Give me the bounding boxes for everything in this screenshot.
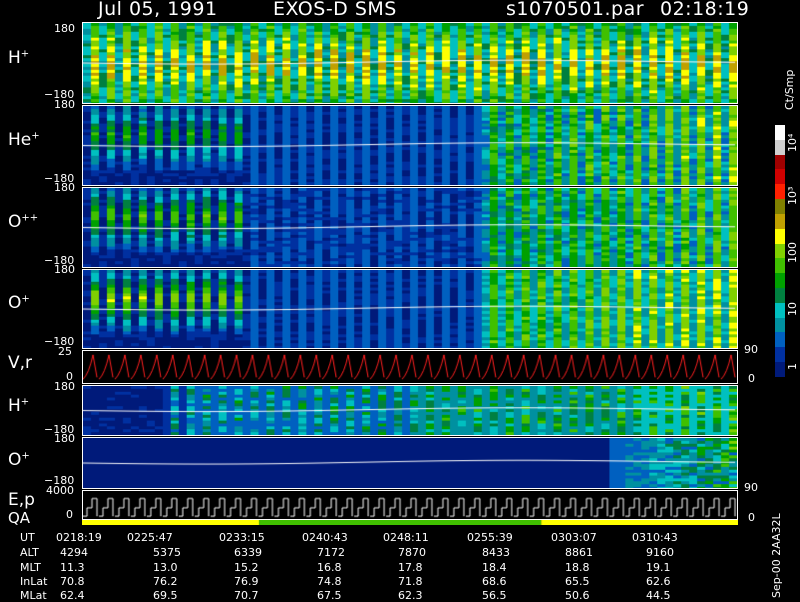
date-title: Jul 05, 1991: [98, 0, 218, 20]
colorbar-swatch: [775, 184, 785, 200]
colorbar-swatch: [775, 287, 785, 303]
file-name: s1070501.par: [506, 0, 645, 20]
instrument-title: EXOS-D SMS: [273, 0, 397, 20]
panel-o-plusplus: [82, 187, 738, 268]
colorbar-swatch: [775, 258, 785, 274]
colorbar-swatch: [775, 302, 785, 318]
header-time: 02:18:19: [660, 0, 750, 20]
panel-o-plus-2: [82, 437, 738, 489]
label-o-plus: O+: [8, 293, 30, 313]
spectrogram-he-plus: [83, 106, 737, 185]
right-tick-bottom: 0: [748, 372, 755, 385]
right-tick-bottom: 90: [744, 481, 758, 494]
colorbar-swatch: [775, 273, 785, 288]
ytick-top: 25: [58, 345, 72, 358]
qa-strip: [82, 520, 738, 525]
colorbar-swatch: [775, 199, 785, 214]
colorbar-swatch: [775, 317, 785, 333]
colorbar-tick: 1: [786, 363, 799, 370]
colorbar-swatch: [775, 125, 785, 140]
spectrogram-h-plus-low: [83, 386, 737, 435]
spectrogram-o-plus: [83, 270, 737, 348]
panel-h-plus-1: [82, 22, 738, 104]
ephem-row-alt: ALT 4294 5375 6339 7172 7870 8433 8861 9…: [20, 546, 674, 559]
colorbar-swatch: [775, 169, 785, 185]
panel-h-plus-2: [82, 385, 738, 436]
ephem-row-mlt: MLT 11.3 13.0 15.2 16.8 17.8 18.4 18.8 1…: [20, 561, 671, 574]
colorbar-tick: 100: [786, 242, 799, 263]
right-tick-top: 90: [744, 343, 758, 356]
colorbar-swatch: [775, 332, 785, 348]
colorbar-swatch: [775, 154, 785, 170]
colorbar-tick: 10⁴: [786, 133, 799, 152]
spectrogram-h-plus: [83, 23, 737, 103]
panel-vr: [82, 350, 738, 384]
colorbar-swatch: [775, 347, 785, 362]
ytick-top: 180: [54, 380, 75, 393]
panel-ep: [82, 490, 738, 520]
ytick-top: 180: [54, 181, 75, 194]
ytick-bottom: 0: [66, 508, 73, 521]
qa-bar: [82, 520, 738, 525]
label-o-plus-low: O+: [8, 450, 30, 470]
right-tick-bottom: 0: [748, 511, 755, 524]
colorbar-swatch: [775, 213, 785, 229]
ytick-top: 180: [54, 98, 75, 111]
spectrogram-o-plusplus: [83, 188, 737, 267]
colorbar-tick: 10: [786, 302, 799, 316]
colorbar-swatch: [775, 243, 785, 259]
label-qa: QA: [8, 509, 31, 527]
spectrogram-o-plus-low: [83, 438, 737, 488]
panel-he-plus: [82, 105, 738, 186]
colorbar-tick: 10³: [786, 186, 799, 205]
ytick-top: 180: [54, 432, 75, 445]
ytick-top: 180: [54, 22, 75, 35]
label-h-plus-low: H+: [8, 396, 30, 416]
label-h-plus: H+: [8, 48, 30, 68]
ytick-top: 4000: [46, 484, 74, 497]
vr-trace: [83, 351, 737, 383]
panel-o-plus-1: [82, 269, 738, 349]
ytick-top: 180: [54, 263, 75, 276]
ephem-row-mlat: MLat 62.4 69.5 70.7 67.5 62.3 56.5 50.6 …: [20, 589, 671, 602]
colorbar: [775, 125, 785, 377]
label-o-plusplus: O++: [8, 212, 39, 232]
ephem-row-ut: UT 0218:19 0225:47 0233:15 0240:43 0248:…: [20, 531, 678, 544]
label-he-plus: He+: [8, 130, 40, 150]
colorbar-swatch: [775, 139, 785, 155]
ep-trace: [83, 491, 737, 519]
colorbar-swatch: [775, 362, 785, 377]
label-ep: E,p: [8, 490, 35, 510]
label-vr: V,r: [8, 353, 33, 373]
ephem-row-inlat: InLat 70.8 76.2 76.9 74.8 71.8 68.6 65.5…: [20, 575, 671, 588]
colorbar-unit: Ct/Smp: [783, 69, 796, 110]
colorbar-swatch: [775, 228, 785, 244]
